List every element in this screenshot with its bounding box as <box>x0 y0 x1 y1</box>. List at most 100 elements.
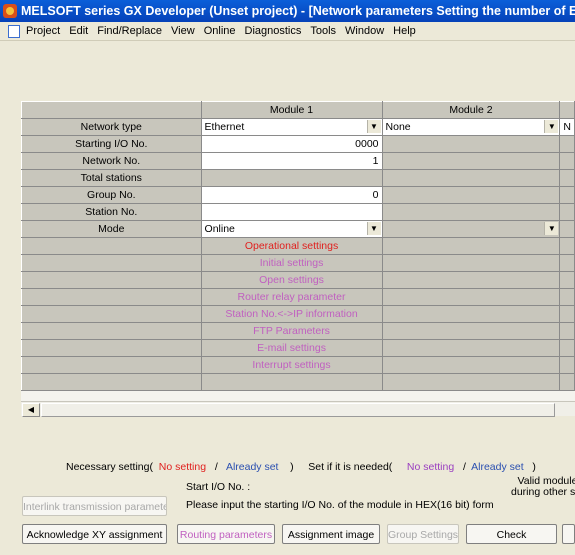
assignment-image-button[interactable]: Assignment image <box>282 524 380 544</box>
module-1-total-stations-cell <box>200 169 383 187</box>
start-io-label: Starting I/O No. <box>21 135 202 153</box>
module-3-mode-cell <box>559 220 575 238</box>
partial-button[interactable] <box>562 524 575 544</box>
module-3-empty-cell <box>559 373 575 391</box>
legend-necessary-label: Necessary setting( <box>66 461 153 473</box>
module-2-setting-cell <box>381 254 561 272</box>
module-3-setting-cell <box>559 271 575 289</box>
module-1-empty-cell <box>200 373 383 391</box>
module-3-setting-cell <box>559 254 575 272</box>
interlink-transmission-parameters-button[interactable]: Interlink transmission parameters <box>22 496 167 516</box>
module-3-group-no-cell <box>559 186 575 204</box>
legend-close: ) <box>290 461 294 473</box>
module-3-setting-cell <box>559 237 575 255</box>
scrollbar-thumb[interactable] <box>41 403 555 417</box>
grid-corner <box>21 101 202 119</box>
menu-edit[interactable]: Edit <box>69 25 88 37</box>
dropdown-arrow-icon[interactable]: ▼ <box>366 222 381 235</box>
window-title: MELSOFT series GX Developer (Unset proje… <box>21 4 575 18</box>
module-2-start-io-cell <box>381 135 561 153</box>
module-3-setting-cell <box>559 322 575 340</box>
module-1-network-no-input[interactable]: 1 <box>200 152 383 170</box>
valid-module-note: Valid module during other sta <box>511 476 575 498</box>
router-relay-parameter-button[interactable]: Router relay parameter <box>200 288 383 306</box>
setting-row-label <box>21 356 202 374</box>
setting-row-label <box>21 339 202 357</box>
module-3-station-no-cell <box>559 203 575 221</box>
module-2-setting-cell <box>381 322 561 340</box>
dropdown-arrow-icon[interactable]: ▼ <box>366 120 381 133</box>
module-1-group-no-input[interactable]: 0 <box>200 186 383 204</box>
menu-diagnostics[interactable]: Diagnostics <box>245 25 302 37</box>
module-2-mode-select: ▼ <box>381 220 561 238</box>
app-icon <box>3 4 17 18</box>
routing-parameters-button[interactable]: Routing parameters <box>177 524 275 544</box>
menu-help[interactable]: Help <box>393 25 416 37</box>
setting-row-label <box>21 322 202 340</box>
module-2-network-no-cell <box>381 152 561 170</box>
legend-no-setting-purple: No setting <box>406 461 455 473</box>
menu-find-replace[interactable]: Find/Replace <box>97 25 162 37</box>
station-ip-information-button[interactable]: Station No.<->IP information <box>200 305 383 323</box>
network-no-label: Network No. <box>21 152 202 170</box>
module-1-mode-select[interactable]: Online ▼ <box>200 220 383 238</box>
check-button[interactable]: Check <box>466 524 557 544</box>
module-2-header: Module 2 <box>381 101 561 119</box>
module-2-station-no-cell <box>381 203 561 221</box>
horizontal-scrollbar[interactable]: ◀ <box>21 401 575 417</box>
dropdown-arrow-icon[interactable]: ▼ <box>544 120 559 133</box>
module-3-network-no-cell <box>559 152 575 170</box>
module-1-station-no-input[interactable] <box>200 203 383 221</box>
menu-online[interactable]: Online <box>204 25 236 37</box>
dropdown-arrow-icon: ▼ <box>544 222 559 235</box>
scroll-left-icon[interactable]: ◀ <box>22 403 40 417</box>
module-2-total-stations-cell <box>381 169 561 187</box>
module-2-group-no-cell <box>381 186 561 204</box>
input-prompt-text: Please input the starting I/O No. of the… <box>186 499 494 511</box>
module-3-setting-cell <box>559 356 575 374</box>
setting-row-label <box>21 373 202 391</box>
parameter-grid: Module 1 Module 2 Network type Ethernet ▼… <box>21 101 575 401</box>
acknowledge-xy-assignment-button[interactable]: Acknowledge XY assignment <box>22 524 167 544</box>
open-settings-button[interactable]: Open settings <box>200 271 383 289</box>
network-type-label: Network type <box>21 118 202 136</box>
email-settings-button[interactable]: E-mail settings <box>200 339 383 357</box>
module-2-network-type-select[interactable]: None ▼ <box>381 118 561 136</box>
module-2-setting-cell <box>381 305 561 323</box>
toolbar-area <box>0 41 575 99</box>
total-stations-label: Total stations <box>21 169 202 187</box>
module-3-start-io-cell <box>559 135 575 153</box>
operational-settings-button[interactable]: Operational settings <box>200 237 383 255</box>
module-2-setting-cell <box>381 237 561 255</box>
group-settings-button[interactable]: Group Settings <box>387 524 459 544</box>
module-3-setting-cell <box>559 339 575 357</box>
start-io-info-label: Start I/O No. : <box>186 481 251 493</box>
module-2-setting-cell <box>381 339 561 357</box>
initial-settings-button[interactable]: Initial settings <box>200 254 383 272</box>
module-2-setting-cell <box>381 356 561 374</box>
module-1-header: Module 1 <box>200 101 383 119</box>
ftp-parameters-button[interactable]: FTP Parameters <box>200 322 383 340</box>
legend-already-set-blue: Already set <box>225 461 279 473</box>
module-2-setting-cell <box>381 271 561 289</box>
document-icon[interactable] <box>8 25 20 38</box>
setting-legend: Necessary setting( No setting / Already … <box>66 461 536 473</box>
module-3-network-type-value: N <box>563 121 571 133</box>
setting-row-label <box>21 288 202 306</box>
module-1-start-io-input[interactable]: 0000 <box>200 135 383 153</box>
title-bar: MELSOFT series GX Developer (Unset proje… <box>0 0 575 22</box>
menu-window[interactable]: Window <box>345 25 384 37</box>
legend-slash: / <box>214 461 218 473</box>
setting-row-label <box>21 271 202 289</box>
menu-tools[interactable]: Tools <box>310 25 336 37</box>
module-1-network-type-select[interactable]: Ethernet ▼ <box>200 118 383 136</box>
menu-view[interactable]: View <box>171 25 195 37</box>
station-no-label: Station No. <box>21 203 202 221</box>
interrupt-settings-button[interactable]: Interrupt settings <box>200 356 383 374</box>
module-3-network-type-select[interactable]: N <box>559 118 575 136</box>
setting-row-label <box>21 237 202 255</box>
menu-project[interactable]: Project <box>26 25 60 37</box>
setting-row-label <box>21 254 202 272</box>
module-1-mode-value: Online <box>204 223 235 235</box>
legend-slash-2: / <box>462 461 466 473</box>
